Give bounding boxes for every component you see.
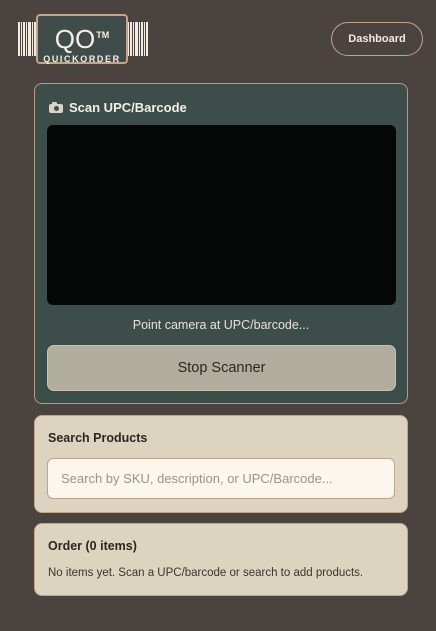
scanner-card: Scan UPC/Barcode Point camera at UPC/bar… bbox=[34, 83, 408, 404]
order-card: Order (0 items) No items yet. Scan a UPC… bbox=[34, 523, 408, 596]
camera-icon bbox=[49, 101, 63, 113]
logo-badge: QOTM QUICKORDER bbox=[36, 14, 128, 64]
stop-scanner-button[interactable]: Stop Scanner bbox=[47, 345, 396, 391]
dashboard-button[interactable]: Dashboard bbox=[331, 22, 423, 56]
search-title: Search Products bbox=[48, 431, 148, 445]
barcode-right-icon bbox=[128, 22, 148, 56]
header: QOTM QUICKORDER Dashboard bbox=[0, 0, 436, 74]
order-title: Order (0 items) bbox=[48, 539, 137, 553]
search-input[interactable] bbox=[47, 458, 395, 499]
logo-text: QUICKORDER bbox=[43, 54, 121, 64]
order-empty-message: No items yet. Scan a UPC/barcode or sear… bbox=[48, 567, 364, 579]
scanner-status: Point camera at UPC/barcode... bbox=[132, 318, 310, 332]
search-card: Search Products bbox=[34, 415, 408, 513]
quickorder-logo[interactable]: QOTM QUICKORDER bbox=[18, 14, 148, 64]
barcode-left-icon bbox=[18, 22, 38, 56]
scanner-title: Scan UPC/Barcode bbox=[49, 98, 187, 116]
app-page: QOTM QUICKORDER Dashboard Scan UPC/Barco… bbox=[0, 0, 436, 631]
camera-viewport[interactable] bbox=[47, 125, 396, 305]
trademark-symbol: TM bbox=[96, 30, 110, 40]
scanner-title-text: Scan UPC/Barcode bbox=[69, 99, 187, 115]
logo-mark: QOTM bbox=[54, 24, 110, 54]
